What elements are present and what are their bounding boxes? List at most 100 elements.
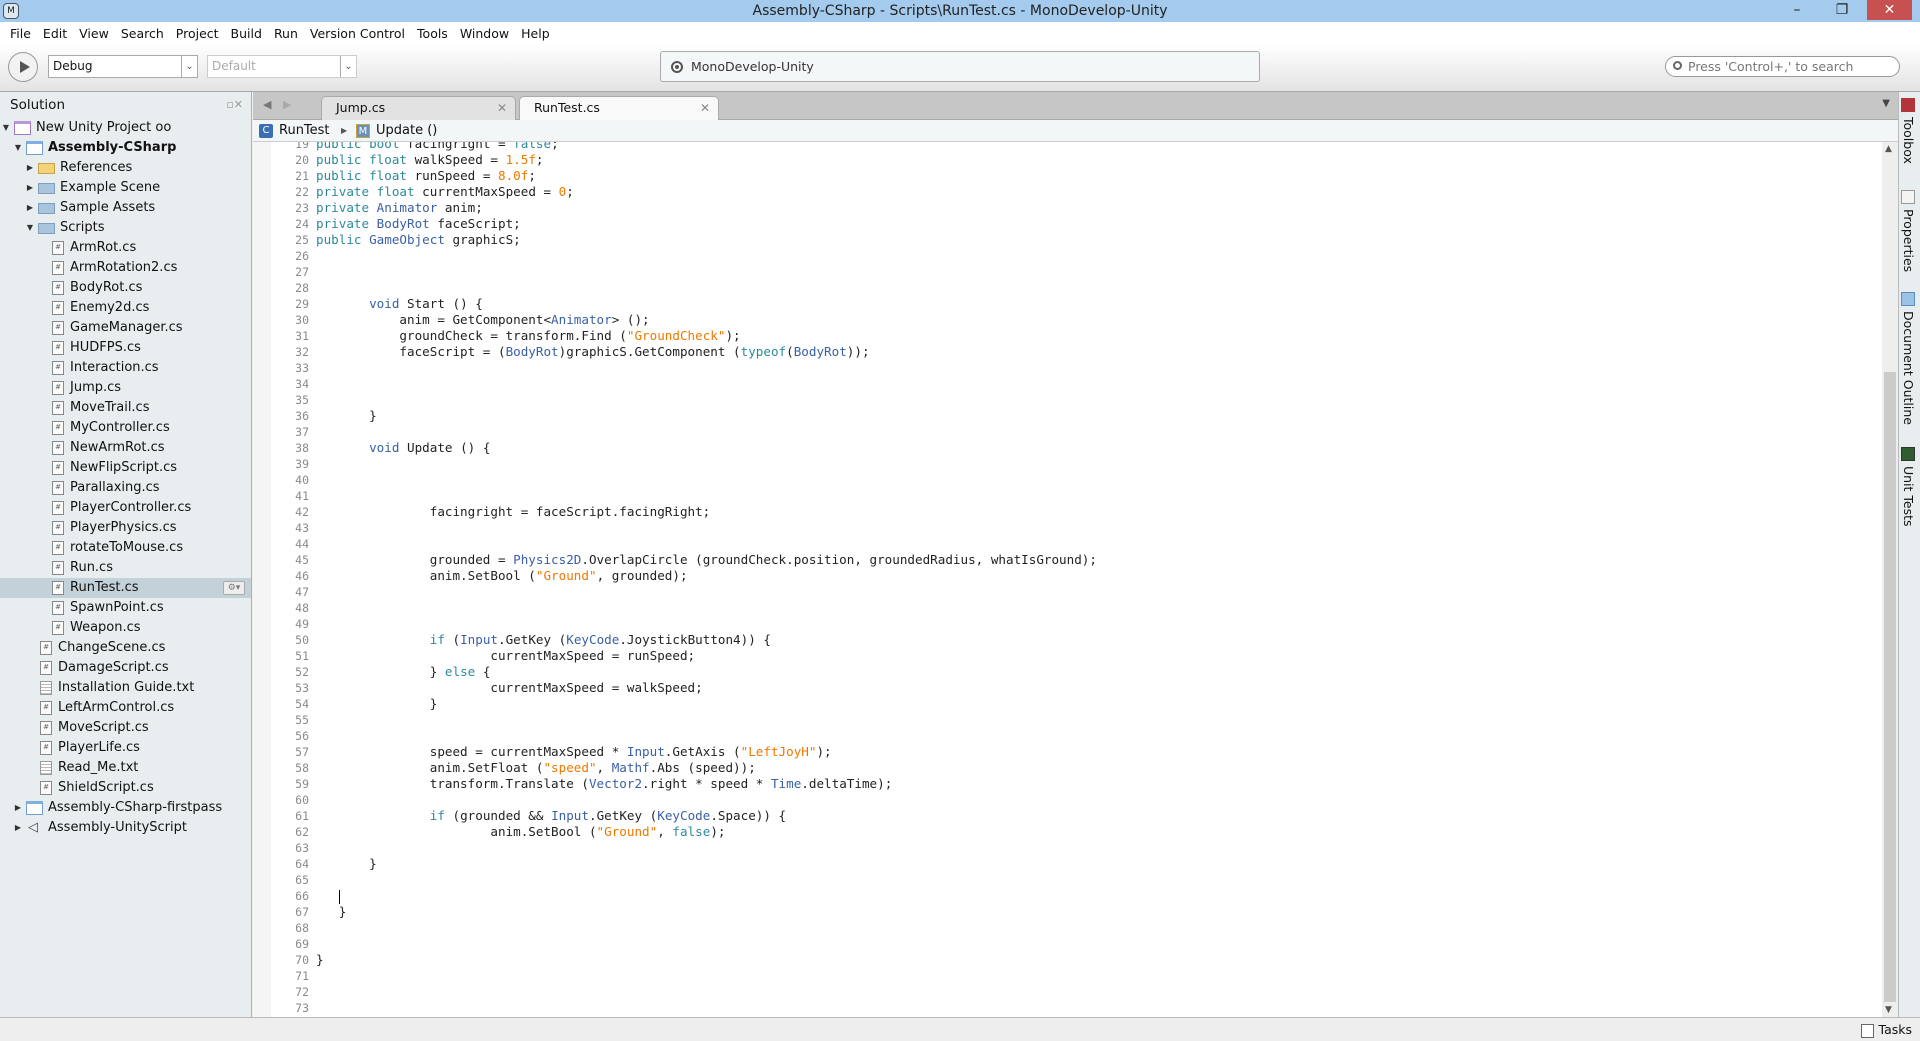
tree-item[interactable]: # SpawnPoint.cs [0,598,251,618]
tree-item[interactable]: # ChangeScene.cs [0,638,251,658]
tree-item[interactable]: ▼ Scripts [0,218,251,238]
menu-tools[interactable]: Tools [411,22,454,45]
scrollbar-thumb[interactable] [1884,372,1896,1002]
tree-item[interactable]: # ArmRot.cs [0,238,251,258]
collapsed-arrow-icon[interactable]: ▶ [13,798,23,818]
tree-item[interactable]: # MoveScript.cs [0,718,251,738]
collapsed-arrow-icon[interactable]: ▶ [25,158,35,178]
line-text: } else { [316,664,491,680]
tree-item[interactable]: ▼ Assembly-CSharp [0,138,251,158]
expanded-arrow-icon[interactable]: ▼ [25,218,35,238]
toolbox-pad[interactable]: Toolbox [1901,98,1916,164]
tree-item[interactable]: # LeftArmControl.cs [0,698,251,718]
restore-button[interactable]: ❐ [1824,0,1860,20]
tree-item[interactable]: # Run.cs [0,558,251,578]
platform-value: Default [212,59,256,73]
tree-item[interactable]: # Weapon.cs [0,618,251,638]
vertical-scrollbar[interactable]: ▲ ▼ [1882,142,1898,1017]
tree-item[interactable]: # NewFlipScript.cs [0,458,251,478]
run-button[interactable] [8,52,38,82]
tree-item[interactable]: Installation Guide.txt [0,678,251,698]
tree-item[interactable]: # Parallaxing.cs [0,478,251,498]
tree-item[interactable]: # RunTest.cs ⚙▾ [0,578,251,598]
line-number: 23 [295,201,309,215]
configuration-select[interactable]: Debug ⌄ [48,55,198,78]
menu-window[interactable]: Window [454,22,515,45]
scroll-down-icon[interactable]: ▼ [1885,1005,1892,1015]
code-line: 19 public bool facingright = false; [271,142,1881,152]
menu-file[interactable]: File [4,22,37,45]
minimize-button[interactable]: – [1779,0,1815,20]
tree-item[interactable]: # HUDFPS.cs [0,338,251,358]
code-editor[interactable]: 19 public bool facingright = false; 20 publ… [253,142,1883,1017]
menu-view[interactable]: View [73,22,115,45]
tree-item[interactable]: ▶ ◁ Assembly-UnityScript [0,818,251,838]
tree-item[interactable]: Read_Me.txt [0,758,251,778]
menu-version-control[interactable]: Version Control [304,22,411,45]
tree-item-label: Assembly-CSharp [48,140,177,155]
code-line: 54 } [271,696,1881,712]
tree-item[interactable]: # DamageScript.cs [0,658,251,678]
expanded-arrow-icon[interactable]: ▼ [13,138,23,158]
assembly-icon [26,141,43,155]
collapsed-arrow-icon[interactable]: ▶ [25,178,35,198]
tree-item[interactable]: ▶ Example Scene [0,178,251,198]
menu-project[interactable]: Project [170,22,225,45]
tree-item[interactable]: ▶ Assembly-CSharp-firstpass [0,798,251,818]
menu-help[interactable]: Help [515,22,556,45]
tab-jump[interactable]: Jump.cs ✕ [321,96,516,120]
tree-item[interactable]: # BodyRot.cs [0,278,251,298]
document-outline-pad[interactable]: Document Outline [1901,292,1916,425]
file-options-gear-icon[interactable]: ⚙▾ [223,581,245,595]
search-input[interactable]: Press 'Control+,' to search [1665,56,1900,77]
tree-item[interactable]: # PlayerLife.cs [0,738,251,758]
close-button[interactable]: ✕ [1867,0,1912,20]
close-tab-icon[interactable]: ✕ [700,97,710,119]
nav-forward-icon[interactable]: ▶ [283,98,291,111]
tree-item[interactable]: # Interaction.cs [0,358,251,378]
menu-search[interactable]: Search [115,22,170,45]
keyword-token: false [513,142,552,151]
keyword-token: public [316,168,370,183]
tree-item[interactable]: # Jump.cs [0,378,251,398]
line-number: 44 [295,537,309,551]
breadcrumb-class[interactable]: RunTest [279,120,330,142]
tab-runtest[interactable]: RunTest.cs ✕ [519,96,719,121]
cs-icon: # [52,581,64,595]
tree-item[interactable]: ▼ New Unity Project oo [0,118,251,138]
monodevelop-app-icon[interactable]: M [3,3,19,19]
tree-item[interactable]: # ArmRotation2.cs [0,258,251,278]
tasks-button[interactable]: Tasks [1860,1021,1912,1039]
tree-item[interactable]: ▶ Sample Assets [0,198,251,218]
unit-tests-pad[interactable]: Unit Tests [1901,447,1916,527]
line-number: 32 [295,345,309,359]
nav-back-icon[interactable]: ◀ [263,98,271,111]
folder-icon [38,203,55,214]
tree-item[interactable]: # rotateToMouse.cs [0,538,251,558]
scroll-up-icon[interactable]: ▲ [1885,144,1892,154]
breadcrumb-method[interactable]: Update () [376,120,437,142]
tab-list-dropdown-icon[interactable]: ▼ [1882,98,1890,109]
menu-edit[interactable]: Edit [37,22,73,45]
collapsed-arrow-icon[interactable]: ▶ [13,818,23,838]
properties-pad[interactable]: Properties [1901,190,1916,272]
pad-controls[interactable]: ▫✕ [226,92,243,118]
menu-run[interactable]: Run [268,22,304,45]
expanded-arrow-icon[interactable]: ▼ [1,118,11,138]
type-token: KeyCode [566,632,620,647]
tree-item[interactable]: # MyController.cs [0,418,251,438]
tree-item[interactable]: # Enemy2d.cs [0,298,251,318]
collapsed-arrow-icon[interactable]: ▶ [25,198,35,218]
close-tab-icon[interactable]: ✕ [497,97,507,119]
tree-item[interactable]: # PlayerPhysics.cs [0,518,251,538]
tree-item[interactable]: # MoveTrail.cs [0,398,251,418]
tree-item[interactable]: # ShieldScript.cs [0,778,251,798]
tree-item[interactable]: # NewArmRot.cs [0,438,251,458]
tree-item[interactable]: ▶ References [0,158,251,178]
code-line: 72 [271,984,1881,1000]
code-line: 21 public float runSpeed = 8.0f; [271,168,1881,184]
tree-item[interactable]: # PlayerController.cs [0,498,251,518]
tree-item[interactable]: # GameManager.cs [0,318,251,338]
menu-build[interactable]: Build [225,22,268,45]
cs-icon: # [40,741,52,755]
